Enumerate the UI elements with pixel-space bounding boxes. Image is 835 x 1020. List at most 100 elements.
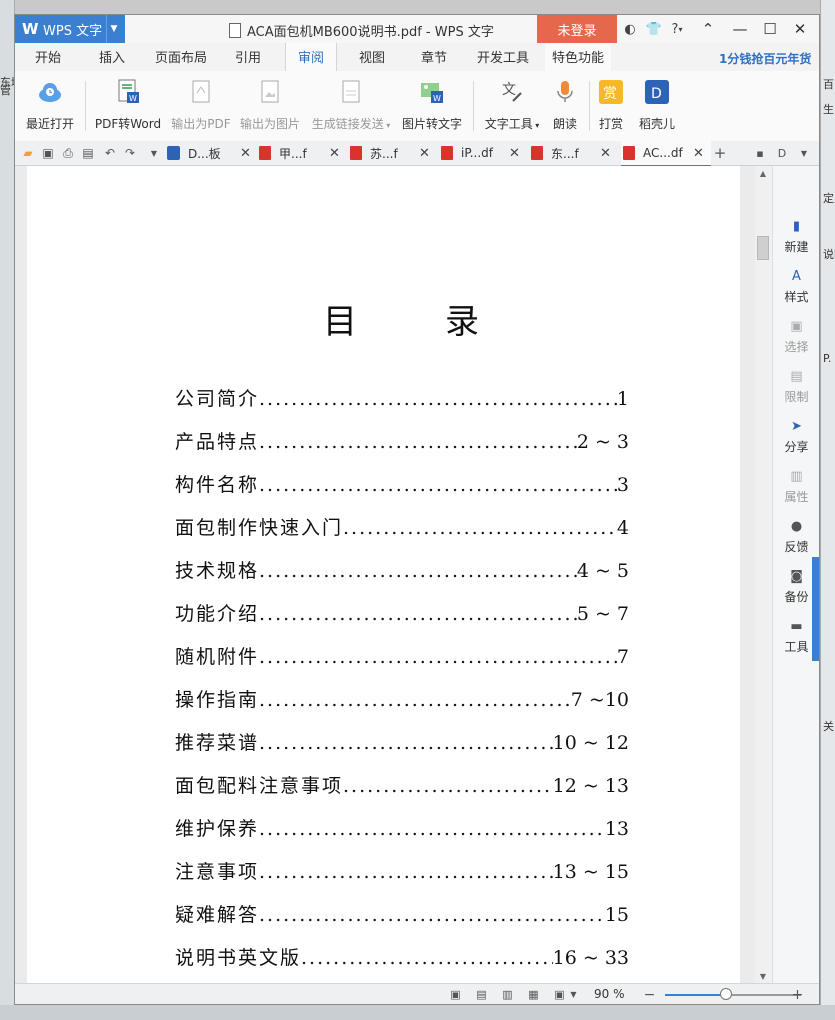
scroll-up-icon[interactable]: ▲ — [755, 166, 771, 180]
print-icon[interactable]: ⎙ — [61, 146, 75, 160]
two-page-icon[interactable]: ▦ — [527, 988, 540, 1001]
tab-review[interactable]: 审阅 — [285, 43, 337, 71]
print-preview-icon[interactable]: ▤ — [81, 146, 95, 160]
view-dropdown-icon[interactable]: ▼ — [567, 988, 580, 1001]
select-icon: ▣ — [790, 318, 803, 334]
close-tab-icon[interactable]: ✕ — [600, 146, 611, 161]
close-icon[interactable]: ✕ — [785, 15, 815, 43]
side-properties-button[interactable]: ▥ 属性 — [773, 468, 819, 505]
image-to-text-button[interactable]: W 图片转文字 — [401, 77, 463, 133]
side-style-button[interactable]: A 样式 — [773, 268, 819, 305]
continuous-page-icon[interactable]: ▥ — [501, 988, 514, 1001]
save-icon[interactable]: ▣ — [41, 146, 55, 160]
maximize-icon[interactable]: ☐ — [755, 15, 785, 43]
help-icon[interactable]: ? ▾ — [667, 20, 687, 38]
side-new-button[interactable]: ▮ 新建 — [773, 218, 819, 255]
tab-chapter[interactable]: 章节 — [411, 43, 457, 71]
tab-insert[interactable]: 插入 — [89, 43, 135, 71]
close-tab-icon[interactable]: ✕ — [240, 146, 251, 161]
tab-features[interactable]: 特色功能 — [545, 43, 611, 71]
toc-entry[interactable]: 面包配料注意事项................................… — [175, 771, 629, 797]
close-tab-icon[interactable]: ✕ — [509, 146, 520, 161]
toc-entry[interactable]: 构件名称....................................… — [175, 470, 629, 496]
text-tools-button[interactable]: 文 文字工具 ▾ — [481, 77, 543, 133]
tab-view[interactable]: 视图 — [349, 43, 395, 71]
doc-tab-1[interactable]: D...板 ✕ — [167, 141, 257, 165]
scroll-thumb[interactable] — [757, 236, 769, 260]
export-image-icon — [257, 79, 283, 105]
toc-entry[interactable]: 随机附件....................................… — [175, 642, 629, 668]
vertical-scrollbar[interactable]: ▲ ▼ — [755, 166, 771, 983]
tab-start[interactable]: 开始 — [25, 43, 71, 71]
doc-tab-6-active[interactable]: AC...df ✕ — [621, 141, 711, 167]
side-restrict-button[interactable]: ▤ 限制 — [773, 368, 819, 405]
new-tab-icon[interactable]: + — [713, 144, 727, 162]
side-select-button[interactable]: ▣ 选择 — [773, 318, 819, 355]
toc-entry[interactable]: 技术规格....................................… — [175, 556, 629, 582]
reward-button[interactable]: 赏 打赏 — [595, 77, 627, 133]
doc-tab-4[interactable]: iP...df ✕ — [441, 141, 529, 165]
recent-open-button[interactable]: 最近打开 — [25, 77, 75, 133]
undo-icon[interactable]: ↶ — [103, 146, 117, 160]
docer-button[interactable]: D 稻壳儿 — [635, 77, 679, 133]
background-text: 百 — [823, 78, 834, 91]
shirt-icon[interactable]: 👕 — [645, 20, 663, 38]
close-tab-icon[interactable]: ✕ — [419, 146, 430, 161]
toc-entry[interactable]: 产品特点....................................… — [175, 427, 629, 453]
toc-entry[interactable]: 功能介绍....................................… — [175, 599, 629, 625]
app-menu-button[interactable]: W WPS 文字 ▼ — [15, 15, 125, 43]
side-panel-toggle[interactable] — [812, 557, 819, 661]
toc-entry[interactable]: 疑难解答....................................… — [175, 900, 629, 926]
image-to-text-icon: W — [419, 79, 445, 105]
toc-entry[interactable]: 面包制作快速入门................................… — [175, 513, 629, 539]
tab-reference[interactable]: 引用 — [225, 43, 271, 71]
ribbon: 最近打开 W PDF转Word 输出为PDF 输出为图片 生成链接发送 ▾ W … — [15, 71, 819, 142]
reading-mode-icon[interactable]: ▣ — [553, 988, 566, 1001]
fit-page-icon[interactable]: ▣ — [449, 988, 462, 1001]
read-aloud-button[interactable]: 朗读 — [547, 77, 583, 133]
quick-access-dropdown-icon[interactable]: ▼ — [147, 146, 161, 160]
toc-entry[interactable]: 说明书英文版..................................… — [175, 943, 629, 969]
background-text: 关 — [823, 720, 834, 733]
tab-page-layout[interactable]: 页面布局 — [149, 43, 213, 71]
close-tab-icon[interactable]: ✕ — [329, 146, 340, 161]
doc-tab-label: AC...df — [643, 146, 683, 160]
toc-entry[interactable]: 注意事项....................................… — [175, 857, 629, 883]
doc-tab-2[interactable]: 甲...f ✕ — [259, 141, 347, 165]
tab-menu-dropdown-icon[interactable]: ▼ — [797, 146, 811, 160]
window-list-icon[interactable]: ▪ — [753, 146, 767, 160]
toc-entry[interactable]: 维护保养....................................… — [175, 814, 629, 840]
side-feedback-button[interactable]: ● 反馈 — [773, 518, 819, 555]
doc-tab-5[interactable]: 东...f ✕ — [531, 141, 619, 165]
skin-icon[interactable]: ◐ — [621, 20, 639, 38]
zoom-slider[interactable] — [665, 988, 801, 1000]
zoom-in-icon[interactable]: + — [791, 987, 804, 1003]
scroll-down-icon[interactable]: ▼ — [755, 969, 771, 983]
redo-icon[interactable]: ↷ — [123, 146, 137, 160]
text-tools-label: 文字工具 ▾ — [484, 117, 540, 131]
single-page-icon[interactable]: ▤ — [475, 988, 488, 1001]
toc-entry[interactable]: 推荐菜谱....................................… — [175, 728, 629, 754]
collapse-ribbon-icon[interactable]: ⌃ — [693, 15, 723, 43]
login-button[interactable]: 未登录 — [537, 15, 617, 43]
zoom-out-icon[interactable]: − — [643, 987, 656, 1003]
tab-developer[interactable]: 开发工具 — [473, 43, 533, 71]
promo-link[interactable]: 1分钱抢百元年货 — [719, 43, 811, 71]
export-image-button[interactable]: 输出为图片 — [239, 77, 301, 133]
export-pdf-button[interactable]: 输出为PDF — [171, 77, 231, 133]
zoom-slider-knob[interactable] — [720, 988, 733, 1000]
docer-small-icon[interactable]: D — [775, 146, 789, 160]
minimize-icon[interactable]: — — [725, 15, 755, 43]
open-folder-icon[interactable]: ▰ — [21, 146, 35, 160]
toc-entry[interactable]: 公司简介....................................… — [175, 384, 629, 410]
zoom-level[interactable]: 90 % — [594, 987, 625, 1001]
toc-entry[interactable]: 操作指南....................................… — [175, 685, 629, 711]
pdf-to-word-button[interactable]: W PDF转Word — [95, 77, 161, 133]
chevron-down-icon[interactable]: ▼ — [106, 15, 121, 43]
doc-tab-3[interactable]: 苏...f ✕ — [350, 141, 438, 165]
export-pdf-icon — [188, 79, 214, 105]
close-tab-icon[interactable]: ✕ — [693, 146, 704, 161]
side-share-button[interactable]: ➤ 分享 — [773, 418, 819, 455]
background-text: 生 — [823, 103, 834, 116]
generate-link-button[interactable]: 生成链接发送 ▾ — [309, 77, 393, 133]
